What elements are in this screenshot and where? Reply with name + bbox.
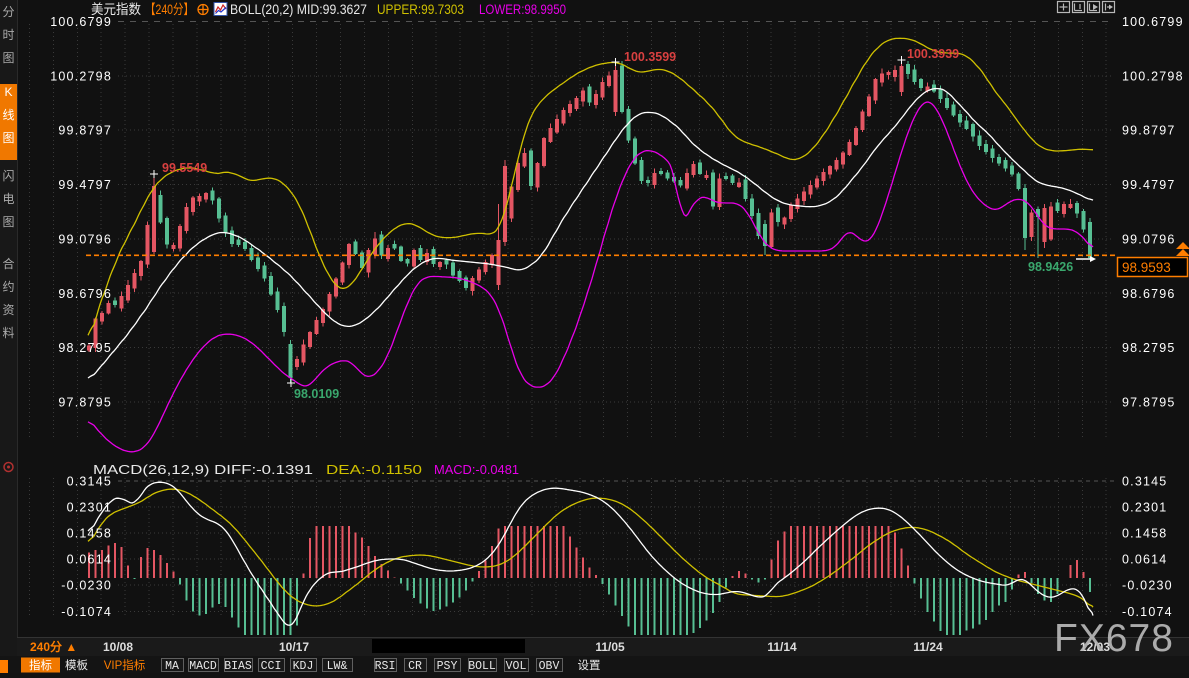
svg-text:图: 图 bbox=[2, 131, 14, 145]
svg-text:BOLL: BOLL bbox=[468, 660, 496, 673]
svg-text:99.0796: 99.0796 bbox=[58, 232, 112, 246]
svg-text:模板: 模板 bbox=[65, 658, 88, 672]
svg-text:美元指数: 美元指数 bbox=[91, 2, 141, 17]
svg-text:LW&: LW& bbox=[327, 660, 348, 673]
svg-text:闪: 闪 bbox=[2, 169, 14, 183]
svg-text:约: 约 bbox=[2, 279, 14, 294]
svg-text:VOL: VOL bbox=[506, 660, 527, 673]
svg-text:MACD(26,12,9) DIFF:-0.1391: MACD(26,12,9) DIFF:-0.1391 bbox=[93, 462, 313, 477]
svg-text:10/08: 10/08 bbox=[103, 640, 133, 654]
svg-text:UPPER:99.7303: UPPER:99.7303 bbox=[377, 2, 464, 17]
svg-text:98.9593: 98.9593 bbox=[1122, 260, 1171, 275]
svg-text:98.9426: 98.9426 bbox=[1028, 260, 1073, 274]
svg-text:100.2798: 100.2798 bbox=[50, 69, 112, 83]
svg-text:11/24: 11/24 bbox=[913, 640, 943, 654]
svg-text:RSI: RSI bbox=[375, 660, 396, 673]
svg-text:0.3145: 0.3145 bbox=[1122, 474, 1167, 488]
svg-text:100.6799: 100.6799 bbox=[1122, 15, 1184, 29]
svg-text:线: 线 bbox=[2, 108, 14, 122]
svg-text:分: 分 bbox=[2, 5, 14, 19]
svg-text:-0.0230: -0.0230 bbox=[61, 579, 112, 593]
svg-text:CCI: CCI bbox=[261, 660, 282, 673]
svg-text:0.1458: 0.1458 bbox=[1122, 527, 1167, 541]
svg-text:98.2795: 98.2795 bbox=[58, 341, 112, 355]
svg-text:97.8795: 97.8795 bbox=[58, 395, 112, 409]
svg-text:BOLL(20,2) MID:99.3627: BOLL(20,2) MID:99.3627 bbox=[230, 2, 367, 17]
svg-text:LOWER:98.9950: LOWER:98.9950 bbox=[479, 2, 566, 17]
svg-text:-0.0230: -0.0230 bbox=[1122, 579, 1173, 593]
svg-text:99.4797: 99.4797 bbox=[1122, 178, 1176, 192]
svg-text:98.0109: 98.0109 bbox=[294, 387, 339, 401]
svg-text:合: 合 bbox=[2, 256, 14, 271]
svg-text:【240分】: 【240分】 bbox=[145, 2, 194, 17]
svg-text:99.5549: 99.5549 bbox=[162, 161, 207, 175]
svg-text:图: 图 bbox=[2, 51, 14, 65]
svg-text:98.6796: 98.6796 bbox=[1122, 287, 1176, 301]
svg-text:设置: 设置 bbox=[578, 659, 601, 672]
svg-text:99.8797: 99.8797 bbox=[58, 124, 112, 138]
svg-text:0.2301: 0.2301 bbox=[1122, 500, 1167, 514]
svg-text:MACD:-0.0481: MACD:-0.0481 bbox=[434, 462, 519, 477]
svg-text:资: 资 bbox=[2, 303, 14, 317]
svg-text:指标: 指标 bbox=[29, 658, 52, 672]
svg-text:99.0796: 99.0796 bbox=[1122, 232, 1176, 246]
svg-text:OBV: OBV bbox=[539, 660, 560, 673]
svg-text:99.4797: 99.4797 bbox=[58, 178, 112, 192]
svg-text:FX678: FX678 bbox=[1054, 617, 1174, 660]
svg-text:240分 ▲: 240分 ▲ bbox=[30, 639, 77, 654]
svg-text:BIAS: BIAS bbox=[224, 660, 252, 673]
svg-text:98.2795: 98.2795 bbox=[1122, 341, 1176, 355]
svg-text:-0.1074: -0.1074 bbox=[61, 605, 112, 619]
svg-text:11/05: 11/05 bbox=[595, 640, 625, 654]
svg-text:100.6799: 100.6799 bbox=[50, 15, 112, 29]
svg-text:图: 图 bbox=[2, 215, 14, 229]
svg-text:KDJ: KDJ bbox=[293, 660, 314, 673]
svg-text:100.3939: 100.3939 bbox=[907, 47, 959, 61]
svg-text:0.2301: 0.2301 bbox=[67, 500, 112, 514]
svg-text:电: 电 bbox=[2, 192, 14, 206]
svg-text:CR: CR bbox=[408, 660, 422, 673]
svg-text:100.3599: 100.3599 bbox=[624, 50, 676, 64]
svg-text:99.8797: 99.8797 bbox=[1122, 124, 1176, 138]
svg-text:0.1458: 0.1458 bbox=[67, 527, 112, 541]
svg-text:10/17: 10/17 bbox=[279, 640, 309, 654]
svg-text:100.2798: 100.2798 bbox=[1122, 69, 1184, 83]
svg-text:0.0614: 0.0614 bbox=[67, 553, 112, 567]
svg-text:料: 料 bbox=[2, 326, 14, 340]
svg-text:DEA:-0.1150: DEA:-0.1150 bbox=[326, 462, 422, 477]
svg-text:K: K bbox=[4, 85, 12, 99]
svg-text:11/14: 11/14 bbox=[767, 640, 797, 654]
svg-text:PSY: PSY bbox=[437, 660, 458, 673]
svg-text:时: 时 bbox=[2, 28, 14, 42]
svg-text:0.0614: 0.0614 bbox=[1122, 553, 1167, 567]
svg-text:MACD: MACD bbox=[189, 660, 217, 673]
svg-text:97.8795: 97.8795 bbox=[1122, 395, 1176, 409]
svg-text:VIP指标: VIP指标 bbox=[104, 658, 146, 672]
svg-text:98.6796: 98.6796 bbox=[58, 287, 112, 301]
svg-text:MA: MA bbox=[165, 660, 179, 673]
